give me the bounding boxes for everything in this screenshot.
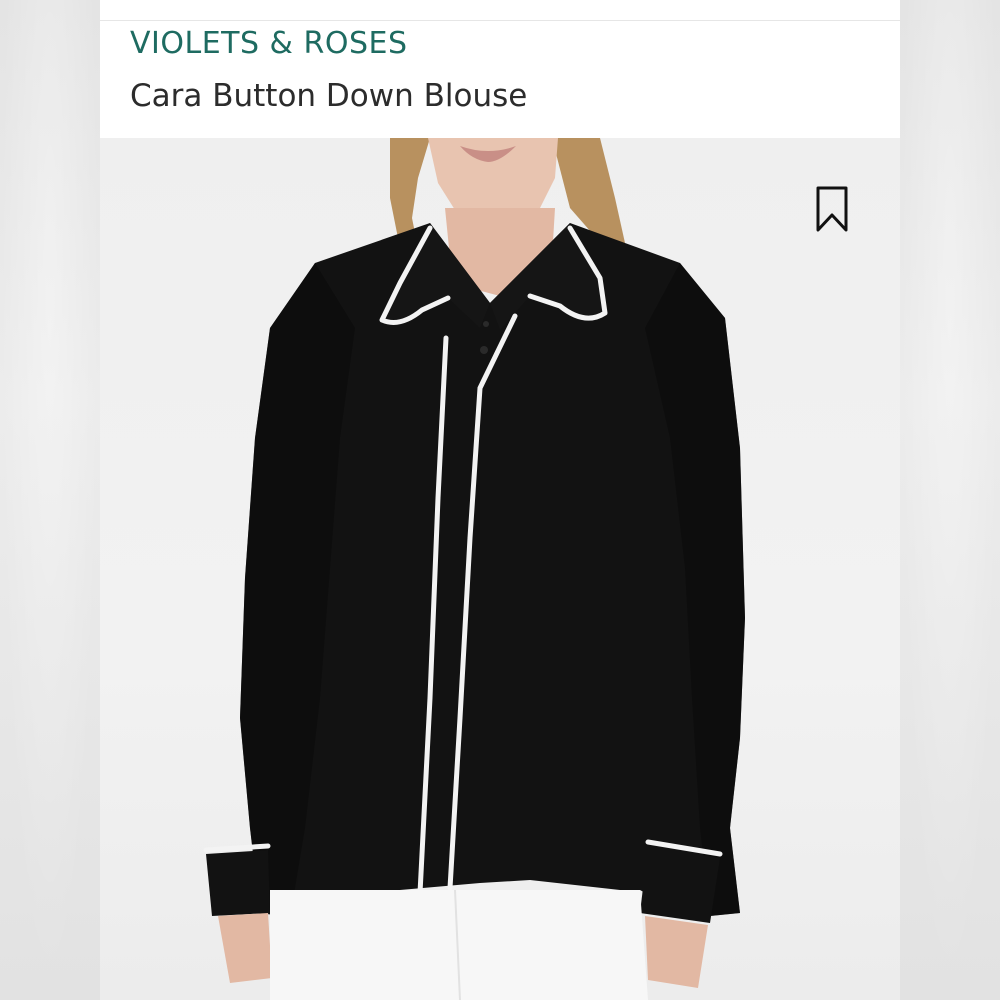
blouse-model-illustration bbox=[203, 138, 745, 1000]
bookmark-icon bbox=[816, 186, 848, 232]
bookmark-button[interactable] bbox=[813, 185, 851, 233]
product-title: Cara Button Down Blouse bbox=[130, 78, 528, 114]
brand-name[interactable]: VIOLETS & ROSES bbox=[130, 26, 408, 61]
product-photo[interactable] bbox=[100, 138, 900, 1000]
left-blurred-margin bbox=[0, 0, 100, 1000]
right-blurred-margin bbox=[900, 0, 1000, 1000]
top-divider bbox=[100, 20, 900, 21]
listing-card: VIOLETS & ROSES Cara Button Down Blouse bbox=[100, 0, 900, 1000]
